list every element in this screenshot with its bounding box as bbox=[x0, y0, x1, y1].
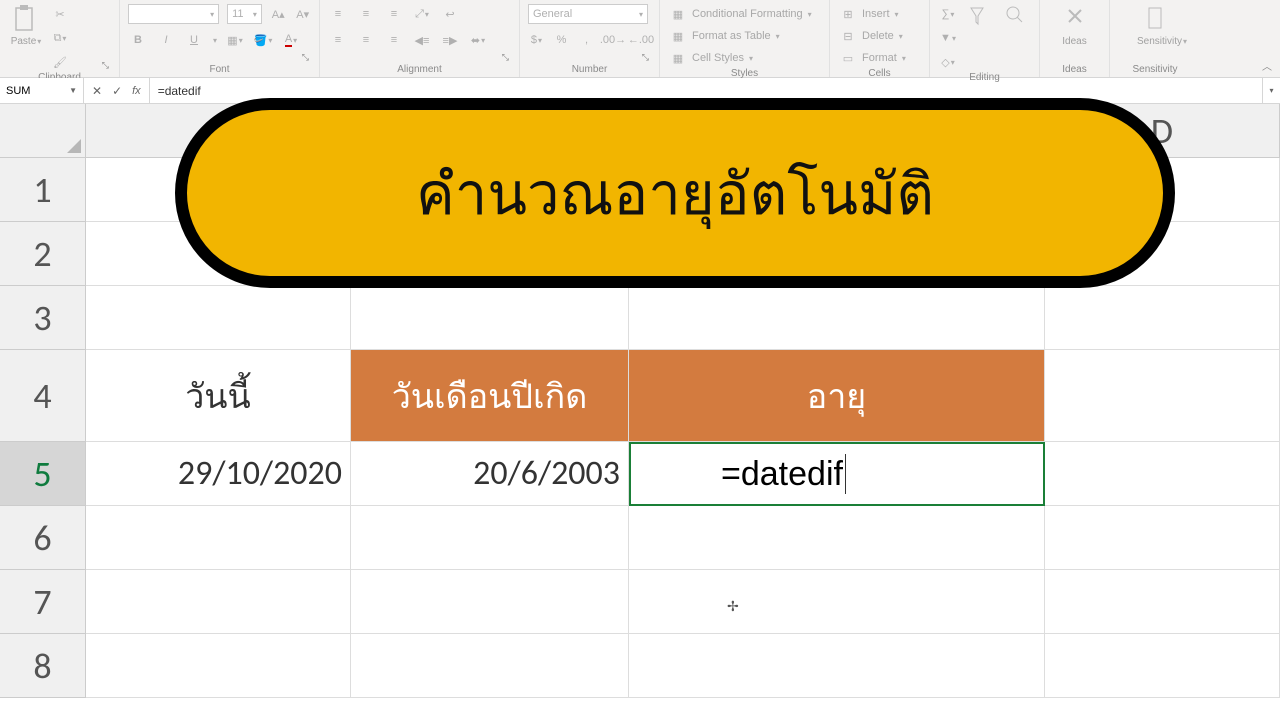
align-middle-icon[interactable]: ≡ bbox=[356, 4, 376, 24]
cell[interactable] bbox=[351, 286, 629, 350]
border-icon[interactable]: ▦▾ bbox=[225, 30, 245, 50]
cell[interactable] bbox=[1045, 286, 1280, 350]
wrap-text-icon[interactable]: ↩ bbox=[440, 4, 460, 24]
paste-button[interactable]: Paste▾ bbox=[8, 4, 44, 47]
cursor-icon: ✢ bbox=[727, 598, 739, 615]
enter-formula-icon[interactable]: ✓ bbox=[112, 84, 122, 98]
bold-button[interactable]: B bbox=[128, 30, 148, 50]
cell-b5[interactable]: 20/6/2003 bbox=[351, 442, 629, 506]
row-header-6[interactable]: 6 bbox=[0, 506, 86, 570]
cell-a5[interactable]: 29/10/2020 bbox=[86, 442, 351, 506]
cell[interactable] bbox=[86, 570, 351, 634]
cell[interactable] bbox=[629, 506, 1045, 570]
decrease-decimal-icon[interactable]: ←.00 bbox=[631, 30, 651, 50]
row-header-2[interactable]: 2 bbox=[0, 222, 86, 286]
number-format-combo[interactable]: General▾ bbox=[528, 4, 648, 24]
active-cell-editor[interactable]: =datedif bbox=[629, 442, 1045, 506]
cell-b4[interactable]: วันเดือนปีเกิด bbox=[351, 350, 629, 442]
group-number: Number⤡ bbox=[528, 64, 651, 77]
collapse-ribbon-icon[interactable]: ︿ bbox=[1200, 0, 1280, 77]
italic-button[interactable]: I bbox=[156, 30, 176, 50]
cell[interactable] bbox=[86, 506, 351, 570]
row-header-4[interactable]: 4 bbox=[0, 350, 86, 442]
fill-icon[interactable]: ▼▾ bbox=[938, 28, 958, 48]
ideas-button[interactable]: Ideas bbox=[1057, 4, 1093, 47]
cell[interactable] bbox=[1045, 350, 1280, 442]
name-box[interactable]: SUM▼ bbox=[0, 78, 84, 103]
cell[interactable] bbox=[351, 506, 629, 570]
row-header-5[interactable]: 5 bbox=[0, 442, 86, 506]
accounting-icon[interactable]: $▾ bbox=[528, 30, 545, 50]
align-top-icon[interactable]: ≡ bbox=[328, 4, 348, 24]
group-sensitivity: Sensitivity bbox=[1118, 64, 1192, 77]
ribbon: Paste▾ ✂ ⧉▾ 🖌 Clipboard⤡ ▾ 11▾ A▴ A▾ B I… bbox=[0, 0, 1280, 78]
cell[interactable] bbox=[86, 634, 351, 698]
increase-indent-icon[interactable]: ≡▶ bbox=[440, 30, 460, 50]
font-color-icon[interactable]: A▾ bbox=[281, 30, 301, 50]
title-callout-shape: คำนวณอายุอัตโนมัติ bbox=[175, 98, 1175, 288]
cancel-formula-icon[interactable]: ✕ bbox=[92, 84, 102, 98]
align-bottom-icon[interactable]: ≡ bbox=[384, 4, 404, 24]
orientation-icon[interactable]: ⤢▾ bbox=[412, 4, 432, 24]
cell[interactable] bbox=[1045, 442, 1280, 506]
insert-button[interactable]: ⊞Insert▾ bbox=[838, 4, 899, 24]
format-button[interactable]: ▭Format▾ bbox=[838, 48, 906, 68]
find-select-button[interactable] bbox=[997, 4, 1032, 30]
cell-a4[interactable]: วันนี้ bbox=[86, 350, 351, 442]
percent-icon[interactable]: % bbox=[553, 30, 570, 50]
autosum-icon[interactable]: ∑▾ bbox=[938, 4, 958, 24]
cell-styles-button[interactable]: ▦Cell Styles▾ bbox=[668, 48, 753, 68]
align-right-icon[interactable]: ≡ bbox=[384, 30, 404, 50]
format-as-table-button[interactable]: ▦Format as Table▾ bbox=[668, 26, 780, 46]
cell[interactable] bbox=[86, 286, 351, 350]
cell[interactable] bbox=[1045, 634, 1280, 698]
expand-formula-bar-icon[interactable]: ▾ bbox=[1262, 78, 1280, 103]
underline-button[interactable]: U bbox=[184, 30, 204, 50]
sort-filter-button[interactable] bbox=[960, 4, 995, 30]
align-center-icon[interactable]: ≡ bbox=[356, 30, 376, 50]
select-all-corner[interactable] bbox=[0, 104, 86, 158]
cell[interactable] bbox=[351, 634, 629, 698]
cell-c4[interactable]: อายุ bbox=[629, 350, 1045, 442]
font-size-combo[interactable]: 11▾ bbox=[227, 4, 262, 24]
increase-font-icon[interactable]: A▴ bbox=[270, 4, 287, 24]
row-headers: 1 2 3 4 5 6 7 8 bbox=[0, 158, 86, 720]
format-painter-icon[interactable]: 🖌 bbox=[50, 52, 70, 72]
row-header-3[interactable]: 3 bbox=[0, 286, 86, 350]
row-header-7[interactable]: 7 bbox=[0, 570, 86, 634]
decrease-font-icon[interactable]: A▾ bbox=[294, 4, 311, 24]
copy-icon[interactable]: ⧉▾ bbox=[50, 28, 70, 48]
group-ideas: Ideas bbox=[1048, 64, 1101, 77]
increase-decimal-icon[interactable]: .00→ bbox=[603, 30, 623, 50]
fill-color-icon[interactable]: 🪣▾ bbox=[253, 30, 273, 50]
merge-icon[interactable]: ⬌▾ bbox=[468, 30, 488, 50]
font-name-combo[interactable]: ▾ bbox=[128, 4, 219, 24]
decrease-indent-icon[interactable]: ◀≡ bbox=[412, 30, 432, 50]
row-header-1[interactable]: 1 bbox=[0, 158, 86, 222]
conditional-formatting-button[interactable]: ▦Conditional Formatting▾ bbox=[668, 4, 812, 24]
clear-icon[interactable]: ◇▾ bbox=[938, 52, 958, 72]
cell[interactable] bbox=[351, 570, 629, 634]
cell[interactable] bbox=[629, 634, 1045, 698]
sensitivity-button[interactable]: Sensitivity▾ bbox=[1137, 4, 1173, 47]
group-alignment: Alignment⤡ bbox=[328, 64, 511, 77]
group-font: Font⤡ bbox=[128, 64, 311, 77]
fx-icon[interactable]: fx bbox=[132, 85, 141, 97]
cell[interactable] bbox=[629, 286, 1045, 350]
row-header-8[interactable]: 8 bbox=[0, 634, 86, 698]
align-left-icon[interactable]: ≡ bbox=[328, 30, 348, 50]
delete-button[interactable]: ⊟Delete▾ bbox=[838, 26, 903, 46]
cut-icon[interactable]: ✂ bbox=[50, 4, 70, 24]
cell[interactable] bbox=[629, 570, 1045, 634]
cell[interactable] bbox=[1045, 570, 1280, 634]
cell[interactable] bbox=[1045, 506, 1280, 570]
comma-icon[interactable]: , bbox=[578, 30, 595, 50]
